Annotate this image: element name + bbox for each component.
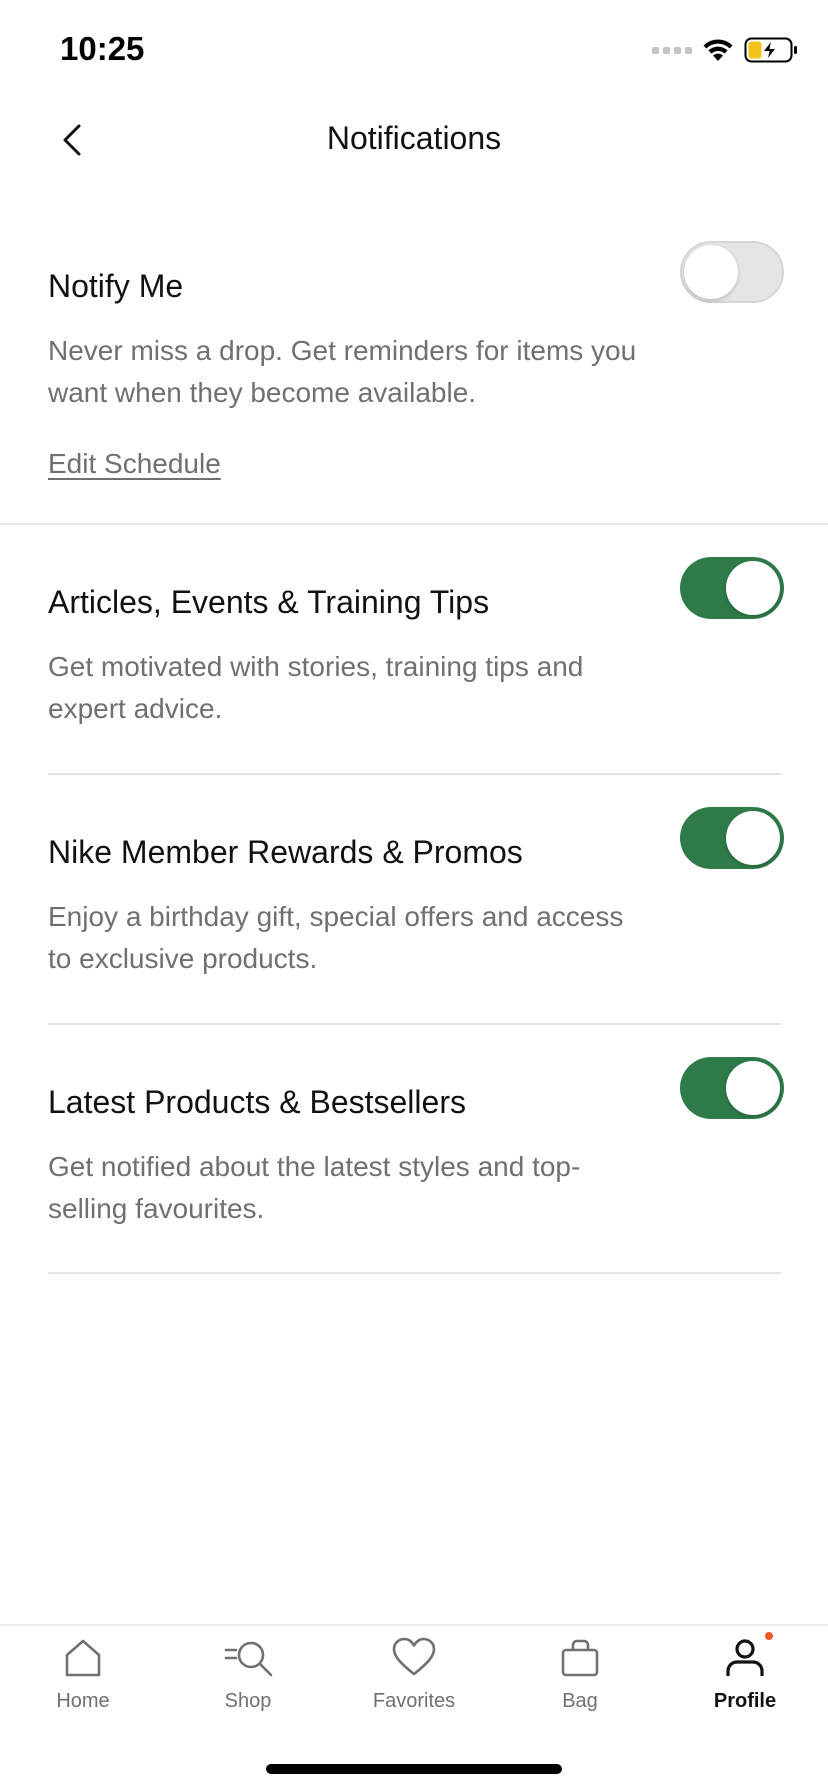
page-title: Notifications [326,120,502,156]
notify-me-title: Notify Me [48,268,184,304]
notify-me-description: Never miss a drop. Get reminders for ite… [48,335,637,408]
articles-section: Articles, Events & Training Tips Get mot… [48,557,784,724]
notifications-screen: 10:25 Notifications Notify Me Never miss… [0,0,828,1792]
divider [48,1023,781,1025]
tab-label-shop: Shop [224,1690,272,1712]
latest-products-section: Latest Products & Bestsellers Get notifi… [48,1057,784,1224]
notification-badge-dot [765,1632,773,1640]
tab-label-profile: Profile [713,1690,777,1712]
tab-label-home: Home [56,1690,110,1712]
status-icons [652,34,798,66]
articles-toggle[interactable] [680,557,784,619]
home-indicator [266,1764,562,1774]
tab-favorites[interactable]: Favorites [344,1634,484,1734]
latest-products-description: Get notified about the latest styles and… [48,1151,581,1224]
notify-me-toggle[interactable] [680,241,784,303]
toggle-knob [726,1061,780,1115]
cellular-signal-icon [652,46,692,54]
nav-header: Notifications [0,100,828,180]
notify-me-section: Notify Me Never miss a drop. Get reminde… [48,241,784,479]
toggle-knob [726,561,780,615]
tab-label-bag: Bag [562,1690,598,1712]
rewards-section: Nike Member Rewards & Promos Enjoy a bir… [48,807,784,974]
profile-icon [721,1632,773,1682]
bag-icon [556,1634,604,1682]
status-time: 10:25 [60,30,145,67]
tab-profile[interactable]: Profile [675,1632,815,1734]
tab-shop[interactable]: Shop [178,1634,318,1734]
divider [0,523,828,525]
tab-label-favorites: Favorites [372,1690,456,1712]
toggle-knob [726,811,780,865]
heart-icon [390,1634,438,1682]
tab-home[interactable]: Home [13,1634,153,1734]
rewards-title: Nike Member Rewards & Promos [48,834,523,870]
articles-title: Articles, Events & Training Tips [48,584,490,620]
rewards-toggle[interactable] [680,807,784,869]
edit-schedule-link[interactable]: Edit Schedule [48,448,221,480]
latest-products-title: Latest Products & Bestsellers [48,1084,466,1120]
home-icon [59,1634,107,1682]
divider [48,773,781,775]
shop-search-icon [224,1634,273,1682]
divider [48,1272,781,1274]
toggle-knob [684,245,738,299]
latest-products-toggle[interactable] [680,1057,784,1119]
tab-bag[interactable]: Bag [510,1634,650,1734]
rewards-description: Enjoy a birthday gift, special offers an… [48,901,624,974]
battery-charging-icon [744,37,797,63]
wifi-icon [703,39,733,61]
articles-description: Get motivated with stories, training tip… [48,651,584,724]
status-bar: 10:25 [0,0,828,100]
